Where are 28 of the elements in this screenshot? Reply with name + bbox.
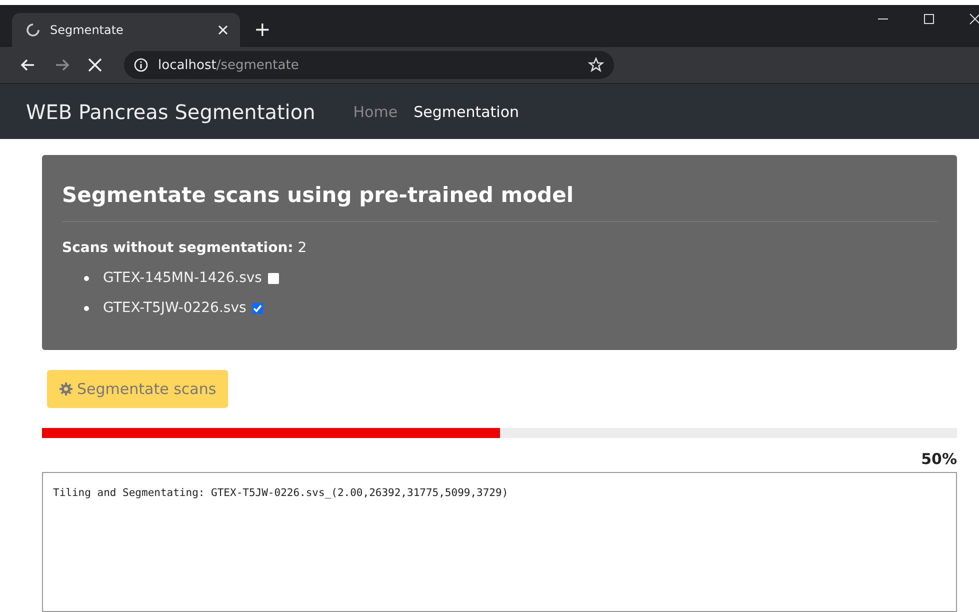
url-text: localhost/segmentate [158,58,300,72]
tab-title: Segmentate [50,23,124,37]
bullet-icon [84,306,89,310]
info-icon [134,58,148,72]
close-icon[interactable] [969,13,979,25]
browser-tab[interactable]: Segmentate [12,13,240,47]
forward-icon[interactable] [54,57,70,73]
maximize-icon[interactable] [923,13,935,25]
nav-link[interactable]: Segmentation [414,102,520,120]
scan-name: GTEX-145MN-1426.svs [103,270,262,286]
loading-icon [26,23,40,37]
new-tab-button[interactable]: + [254,17,271,41]
address-bar[interactable]: localhost/segmentate [124,51,614,79]
bullet-icon [84,276,89,280]
close-icon[interactable] [218,25,228,35]
gear-icon [59,382,73,396]
nav-link[interactable]: Home [353,102,398,120]
checkbox[interactable] [252,302,264,314]
star-icon[interactable] [588,57,604,73]
back-icon[interactable] [20,57,36,73]
close-icon[interactable] [88,58,102,72]
scan-count: Scans without segmentation: 2 [62,240,308,256]
log-output[interactable]: Tiling and Segmentating: GTEX-T5JW-0226.svs_(2.00,26392,31775,5099,3729) [42,472,957,612]
scan-name: GTEX-T5JW-0226.svs [103,300,246,316]
card-title: Segmentate scans using pre-trained model [62,183,575,207]
brand-link[interactable]: WEB Pancreas Segmentation [26,100,316,124]
checkbox[interactable] [268,272,279,284]
progress-reading: 50% [921,450,957,468]
